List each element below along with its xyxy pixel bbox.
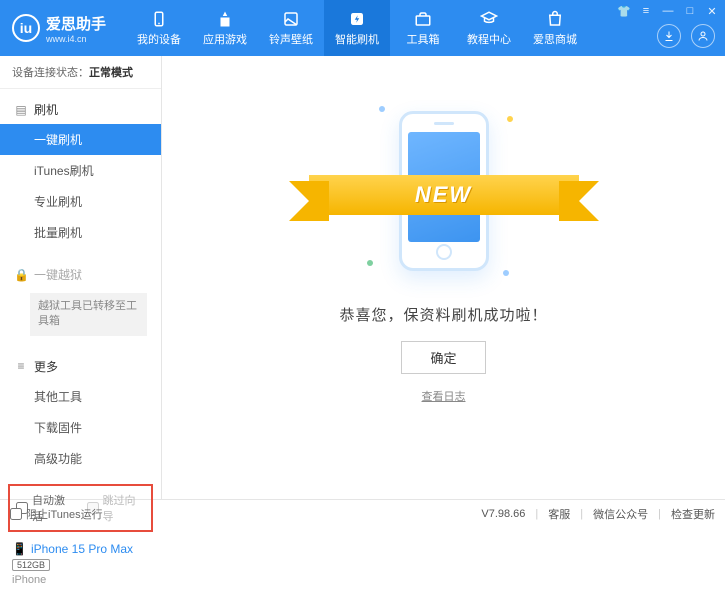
sidebar-item-itunes-flash[interactable]: iTunes刷机 — [0, 155, 161, 186]
lock-icon: 🔒 — [14, 268, 28, 282]
close-button[interactable]: ✕ — [705, 4, 719, 18]
nav-label: 教程中心 — [467, 31, 511, 47]
nav-store[interactable]: 爱思商城 — [522, 0, 588, 56]
sidebar-item-advanced[interactable]: 高级功能 — [0, 443, 161, 474]
device-type: iPhone — [12, 574, 149, 586]
nav-label: 铃声壁纸 — [269, 31, 313, 47]
nav-flash[interactable]: 智能刷机 — [324, 0, 390, 56]
section-more[interactable]: ≡ 更多 — [0, 352, 161, 381]
store-icon — [546, 10, 564, 28]
block-itunes-input[interactable] — [10, 508, 22, 520]
status-value: 正常模式 — [89, 67, 133, 79]
device-info[interactable]: 📱iPhone 15 Pro Max 512GB iPhone — [0, 536, 161, 592]
wechat-link[interactable]: 微信公众号 — [593, 506, 648, 522]
sidebar-item-pro-flash[interactable]: 专业刷机 — [0, 186, 161, 217]
nav-label: 智能刷机 — [335, 31, 379, 47]
main-content: NEW 恭喜您，保资料刷机成功啦！ 确定 查看日志 — [162, 56, 725, 499]
more-icon: ≡ — [14, 359, 28, 373]
logo-icon: iu — [12, 14, 40, 42]
block-itunes-checkbox[interactable]: 阻止iTunes运行 — [10, 506, 103, 522]
section-flash[interactable]: ▤ 刷机 — [0, 95, 161, 124]
nav-label: 应用游戏 — [203, 31, 247, 47]
success-message: 恭喜您，保资料刷机成功啦！ — [339, 304, 547, 325]
device-name: 📱iPhone 15 Pro Max — [12, 542, 149, 556]
logo: iu 爱思助手 www.i4.cn — [0, 13, 118, 44]
menu-button[interactable]: ≡ — [639, 4, 653, 18]
nav-label: 我的设备 — [137, 31, 181, 47]
section-title: 更多 — [34, 358, 58, 375]
connection-status: 设备连接状态：正常模式 — [0, 56, 161, 89]
section-title: 刷机 — [34, 101, 58, 118]
window-controls: 👕 ≡ — □ ✕ — [617, 4, 719, 18]
success-illustration: NEW — [349, 96, 539, 286]
checkbox-label: 跳过向导 — [103, 492, 146, 524]
nav-label: 工具箱 — [407, 31, 440, 47]
download-button[interactable] — [657, 24, 681, 48]
apps-icon — [216, 10, 234, 28]
version-label: V7.98.66 — [481, 508, 525, 520]
nav-ringtone[interactable]: 铃声壁纸 — [258, 0, 324, 56]
phone-icon: 📱 — [12, 542, 27, 556]
jailbreak-note: 越狱工具已转移至工具箱 — [30, 293, 147, 336]
section-title: 一键越狱 — [34, 266, 82, 283]
minimize-button[interactable]: — — [661, 4, 675, 18]
sidebar-item-download-firmware[interactable]: 下载固件 — [0, 412, 161, 443]
flash-section-icon: ▤ — [14, 103, 28, 117]
app-site: www.i4.cn — [46, 34, 106, 44]
sidebar-item-onekey-flash[interactable]: 一键刷机 — [0, 124, 161, 155]
section-jailbreak: 🔒 一键越狱 — [0, 260, 161, 289]
nav-tutorial[interactable]: 教程中心 — [456, 0, 522, 56]
sidebar: 设备连接状态：正常模式 ▤刷机 一键刷机 iTunes刷机 专业刷机 批量刷机 … — [0, 56, 162, 499]
user-button[interactable] — [691, 24, 715, 48]
new-ribbon: NEW — [309, 175, 579, 215]
device-storage: 512GB — [12, 559, 50, 571]
sidebar-item-batch-flash[interactable]: 批量刷机 — [0, 217, 161, 248]
flash-icon — [348, 10, 366, 28]
nav-toolbox[interactable]: 工具箱 — [390, 0, 456, 56]
wallpaper-icon — [282, 10, 300, 28]
tutorial-icon — [480, 10, 498, 28]
app-header: iu 爱思助手 www.i4.cn 我的设备 应用游戏 铃声壁纸 智能刷机 工具… — [0, 0, 725, 56]
support-link[interactable]: 客服 — [548, 506, 570, 522]
checkbox-label: 阻止iTunes运行 — [26, 506, 103, 522]
check-update-link[interactable]: 检查更新 — [671, 506, 715, 522]
maximize-button[interactable]: □ — [683, 4, 697, 18]
status-label: 设备连接状态： — [12, 67, 89, 79]
device-icon — [150, 10, 168, 28]
app-name: 爱思助手 — [46, 13, 106, 34]
ribbon-text: NEW — [415, 182, 472, 208]
top-nav: 我的设备 应用游戏 铃声壁纸 智能刷机 工具箱 教程中心 爱思商城 — [126, 0, 588, 56]
sidebar-item-other-tools[interactable]: 其他工具 — [0, 381, 161, 412]
nav-apps[interactable]: 应用游戏 — [192, 0, 258, 56]
nav-label: 爱思商城 — [533, 31, 577, 47]
toolbox-icon — [414, 10, 432, 28]
skin-button[interactable]: 👕 — [617, 4, 631, 18]
nav-my-device[interactable]: 我的设备 — [126, 0, 192, 56]
view-log-link[interactable]: 查看日志 — [422, 388, 466, 404]
ok-button[interactable]: 确定 — [401, 341, 485, 374]
